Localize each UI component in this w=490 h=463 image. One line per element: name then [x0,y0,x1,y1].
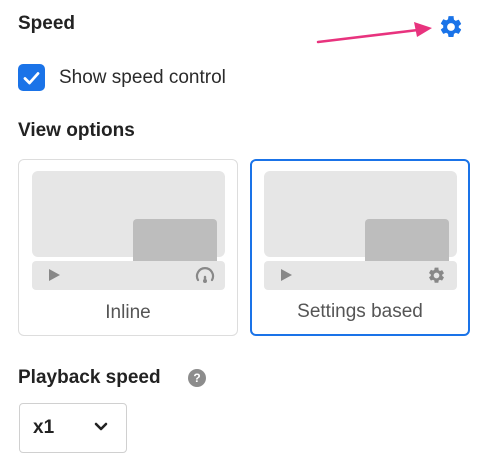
show-speed-control-checkbox[interactable] [18,64,45,91]
playback-speed-select[interactable]: x1 [19,403,127,453]
gear-icon [429,267,444,283]
preview-pip [133,219,217,265]
preview-pip [365,219,449,265]
view-option-settings-based[interactable]: Settings based [250,159,470,336]
view-option-label: Settings based [297,301,423,322]
help-icon[interactable]: ? [188,369,206,387]
speed-gauge-icon [195,267,215,283]
section-title-playback-speed: Playback speed [18,367,161,388]
checkmark-icon [23,71,40,84]
show-speed-control-label: Show speed control [59,66,226,88]
annotation-arrow [316,22,432,44]
view-option-inline[interactable]: Inline [18,159,238,336]
playback-speed-value: x1 [33,417,55,438]
play-icon [281,269,292,281]
view-option-label: Inline [105,302,151,323]
play-icon [49,269,60,281]
show-speed-control-row[interactable]: Show speed control [18,64,226,91]
chevron-down-icon [94,422,108,431]
section-title-view-options: View options [18,120,135,141]
settings-gear-icon[interactable] [438,14,464,40]
preview-control-bar [32,261,225,290]
preview-screen [32,171,225,265]
preview-control-bar [264,261,457,290]
preview-screen [264,171,457,265]
section-title-speed: Speed [18,13,76,34]
